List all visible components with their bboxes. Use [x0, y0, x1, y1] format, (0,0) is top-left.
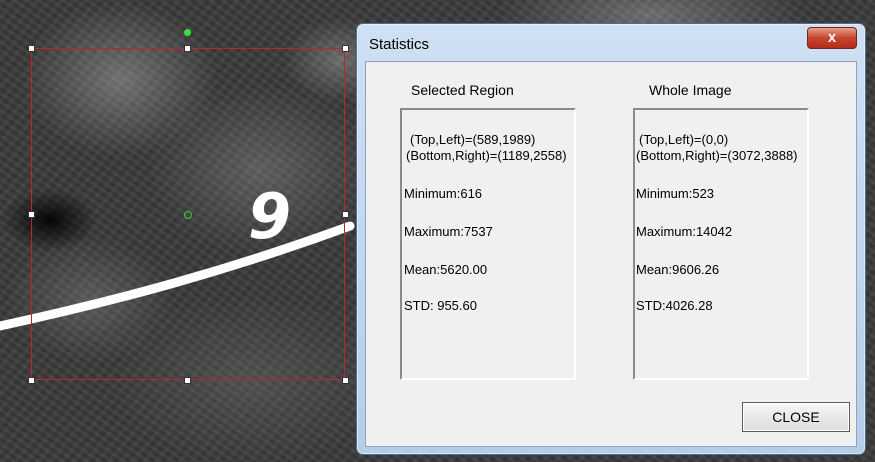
- selected-region-heading: Selected Region: [411, 82, 514, 98]
- selected-mean: Mean:5620.00: [404, 262, 488, 277]
- selected-maximum: Maximum:7537: [404, 224, 493, 239]
- statistics-dialog: Statistics x Selected Region Whole Image…: [356, 23, 866, 455]
- whole-minimum: Minimum:523: [636, 186, 715, 201]
- selected-top-left: (Top,Left)=(589,1989): [410, 132, 536, 147]
- selected-bottom-right: (Bottom,Right)=(1189,2558): [406, 148, 567, 163]
- whole-std: STD:4026.28: [636, 298, 713, 313]
- whole-mean: Mean:9606.26: [636, 262, 720, 277]
- handle-bottom-left[interactable]: [28, 377, 35, 384]
- selected-std: STD: 955.60: [404, 298, 477, 313]
- selected-minimum: Minimum:616: [404, 186, 483, 201]
- whole-maximum: Maximum:14042: [636, 224, 733, 239]
- handle-top-right[interactable]: [342, 45, 349, 52]
- handle-bottom-right[interactable]: [342, 377, 349, 384]
- close-icon[interactable]: x: [807, 27, 857, 49]
- whole-top-left: (Top,Left)=(0,0): [639, 132, 729, 147]
- whole-image-heading: Whole Image: [649, 82, 732, 98]
- dialog-titlebar[interactable]: Statistics x: [357, 24, 865, 62]
- center-handle[interactable]: [184, 211, 192, 219]
- selected-region-panel: (Top,Left)=(589,1989) (Bottom,Right)=(11…: [400, 108, 576, 380]
- handle-top-left[interactable]: [28, 45, 35, 52]
- dialog-title: Statistics: [369, 36, 430, 53]
- whole-bottom-right: (Bottom,Right)=(3072,3888): [636, 148, 798, 163]
- handle-middle-left[interactable]: [28, 211, 35, 218]
- handle-top-center[interactable]: [184, 45, 191, 52]
- whole-image-panel: (Top,Left)=(0,0) (Bottom,Right)=(3072,38…: [633, 108, 809, 380]
- dialog-client-area: Selected Region Whole Image (Top,Left)=(…: [365, 61, 857, 447]
- handle-bottom-center[interactable]: [184, 377, 191, 384]
- close-button[interactable]: CLOSE: [742, 402, 850, 432]
- handle-middle-right[interactable]: [342, 211, 349, 218]
- rotate-handle[interactable]: [184, 29, 191, 36]
